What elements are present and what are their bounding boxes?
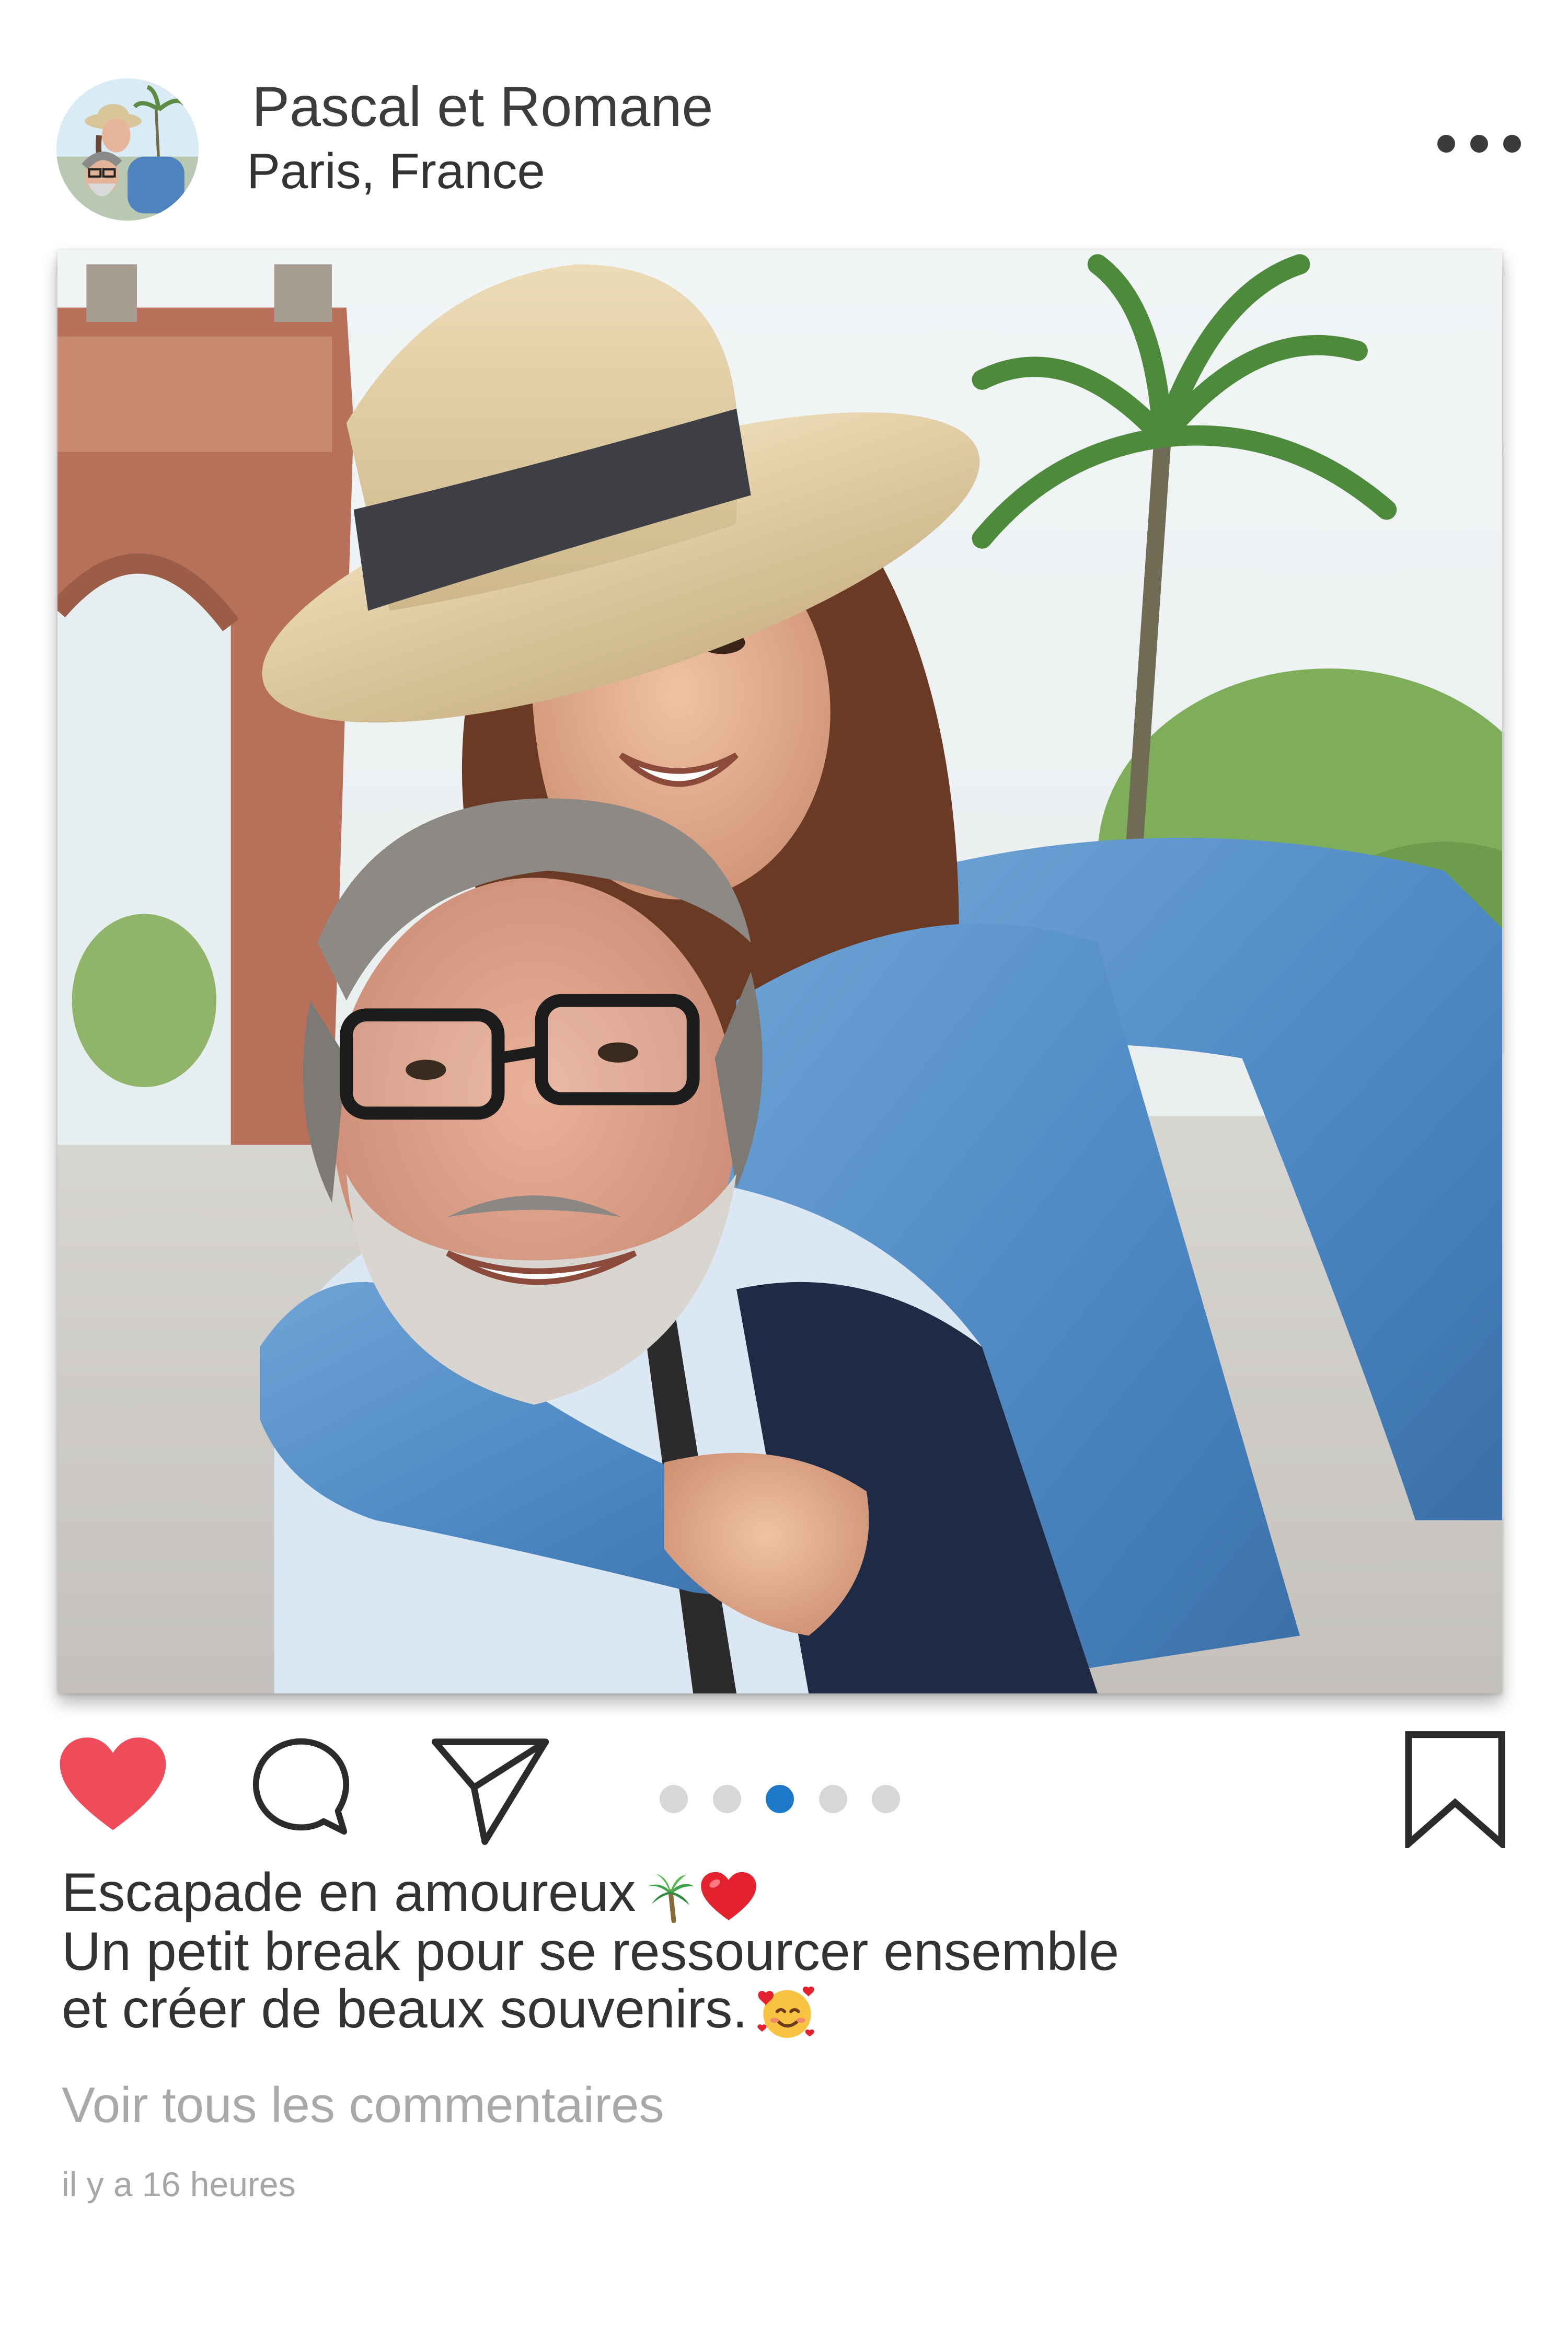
caption-title: Escapade en amoureux xyxy=(62,1862,636,1923)
caption-line-3: et créer de beaux souvenirs. xyxy=(62,1980,1473,2045)
carousel-indicator xyxy=(660,1784,900,1814)
author-name[interactable]: Pascal et Romane xyxy=(252,78,713,135)
more-horizontal-icon xyxy=(1437,135,1455,153)
carousel-dot[interactable] xyxy=(818,1785,847,1813)
more-horizontal-icon xyxy=(1470,135,1488,153)
author-avatar[interactable] xyxy=(56,78,199,221)
carousel-dot-active[interactable] xyxy=(766,1785,794,1813)
comment-bubble-icon xyxy=(252,1738,350,1835)
caption-line-2: Un petit break pour se ressourcer ensemb… xyxy=(62,1921,1120,1982)
action-bar xyxy=(0,1714,1568,1850)
bookmark-icon xyxy=(1405,1731,1505,1848)
smiling-face-with-hearts-emoji xyxy=(756,1981,818,2044)
avatar-image xyxy=(56,78,199,221)
more-options-button[interactable] xyxy=(1437,125,1521,162)
save-button[interactable] xyxy=(1404,1730,1506,1848)
share-button[interactable] xyxy=(430,1733,551,1846)
carousel-dot[interactable] xyxy=(712,1785,741,1813)
carousel-dot[interactable] xyxy=(660,1785,688,1813)
comment-button[interactable] xyxy=(249,1735,353,1838)
post-location[interactable]: Paris, France xyxy=(247,146,545,197)
post-photo[interactable] xyxy=(57,250,1502,1693)
palm-tree-emoji xyxy=(644,1871,697,1923)
red-heart-emoji xyxy=(700,1871,757,1923)
couple-selfie-photo xyxy=(57,250,1502,1693)
view-all-comments-link[interactable]: Voir tous les commentaires xyxy=(62,2080,664,2130)
heart-filled-icon xyxy=(60,1737,166,1830)
caption-line-1: Escapade en amoureux xyxy=(62,1864,1473,1923)
paper-plane-icon xyxy=(431,1738,549,1845)
post-header: Pascal et Romane Paris, France xyxy=(0,0,1568,230)
post-caption: Escapade en amoureux Un petit break pour… xyxy=(62,1864,1473,2044)
post-timestamp: il y a 16 heures xyxy=(62,2165,296,2204)
carousel-dot[interactable] xyxy=(872,1785,900,1813)
more-horizontal-icon xyxy=(1503,135,1521,153)
like-button[interactable] xyxy=(56,1735,169,1835)
caption-line-3-text: et créer de beaux souvenirs. xyxy=(62,1978,748,2039)
